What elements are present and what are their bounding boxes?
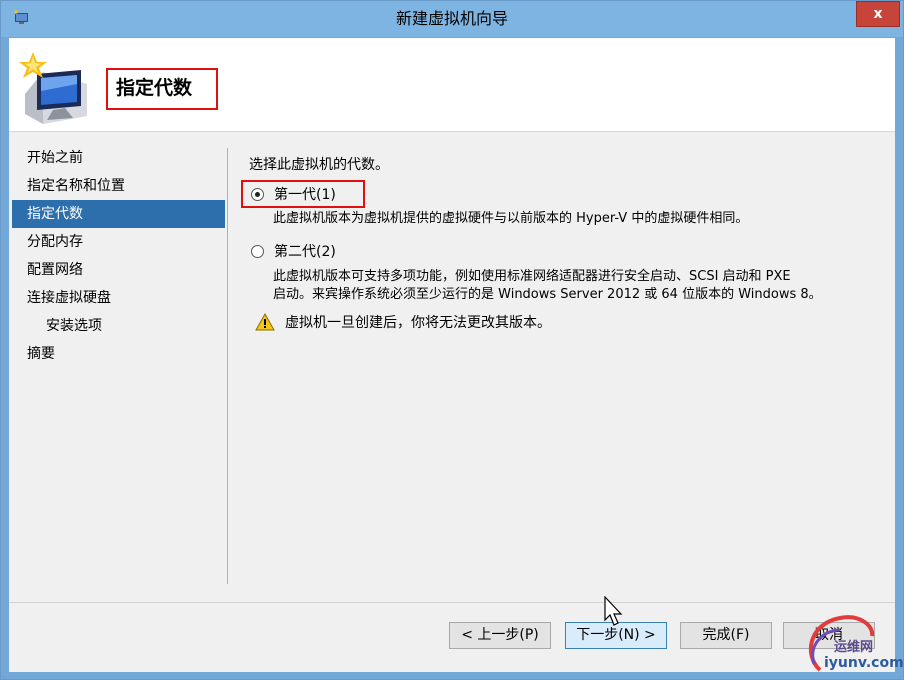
nav-divider [227, 148, 228, 584]
warning-text: 虚拟机一旦创建后，你将无法更改其版本。 [285, 315, 551, 331]
close-button[interactable]: x [856, 1, 900, 27]
mouse-cursor-icon [604, 596, 623, 626]
wizard-nav: 开始之前 指定名称和位置 指定代数 分配内存 配置网络 连接虚拟硬盘 安装选项 … [9, 144, 225, 368]
generation-2-option[interactable]: 第二代(2) [241, 237, 336, 265]
generation-1-radio[interactable] [251, 187, 264, 201]
generation-1-option[interactable]: 第一代(1) [241, 180, 365, 208]
wizard-window: 新建虚拟机向导 x 指定代数 开始之前 指定名称和位置 指定代数 分配内存 配置… [0, 0, 904, 680]
version-warning: 虚拟机一旦创建后，你将无法更改其版本。 [255, 312, 551, 332]
generation-2-label[interactable]: 第二代(2) [274, 241, 336, 261]
watermark-text-url: iyunv.com [824, 655, 904, 671]
nav-item-virtual-disk[interactable]: 连接虚拟硬盘 [9, 284, 225, 312]
window-title: 新建虚拟机向导 [395, 9, 508, 28]
nav-item-summary[interactable]: 摘要 [9, 340, 225, 368]
nav-item-generation[interactable]: 指定代数 [12, 200, 225, 228]
generation-2-description-line2: 启动。来宾操作系统必须至少运行的是 Windows Server 2012 或 … [273, 287, 822, 302]
generation-prompt: 选择此虚拟机的代数。 [249, 157, 389, 173]
nav-item-install-options[interactable]: 安装选项 [9, 312, 225, 340]
page-title: 指定代数 [106, 68, 218, 110]
title-bar[interactable]: 新建虚拟机向导 x [1, 1, 903, 37]
watermark-text-cn: 运维网 [834, 640, 874, 655]
generation-2-radio[interactable] [251, 244, 264, 258]
generation-2-description-line1: 此虚拟机版本可支持多项功能，例如使用标准网络适配器进行安全启动、SCSI 启动和… [273, 269, 791, 284]
finish-button[interactable]: 完成(F) [680, 622, 772, 649]
generation-2-description: 此虚拟机版本可支持多项功能，例如使用标准网络适配器进行安全启动、SCSI 启动和… [273, 268, 873, 304]
generation-1-description: 此虚拟机版本为虚拟机提供的虚拟硬件与以前版本的 Hyper-V 中的虚拟硬件相同… [273, 211, 749, 226]
footer-divider [9, 602, 895, 603]
generation-1-label[interactable]: 第一代(1) [274, 184, 336, 204]
wizard-content: 指定代数 开始之前 指定名称和位置 指定代数 分配内存 配置网络 连接虚拟硬盘 … [9, 38, 895, 672]
close-icon: x [873, 6, 883, 22]
warning-icon [255, 313, 275, 331]
nav-item-name-location[interactable]: 指定名称和位置 [9, 172, 225, 200]
wizard-header: 指定代数 [9, 38, 895, 132]
nav-item-network[interactable]: 配置网络 [9, 256, 225, 284]
nav-item-before-you-begin[interactable]: 开始之前 [9, 144, 225, 172]
nav-item-memory[interactable]: 分配内存 [9, 228, 225, 256]
new-vm-wizard-icon [19, 52, 87, 124]
previous-button[interactable]: < 上一步(P) [449, 622, 551, 649]
